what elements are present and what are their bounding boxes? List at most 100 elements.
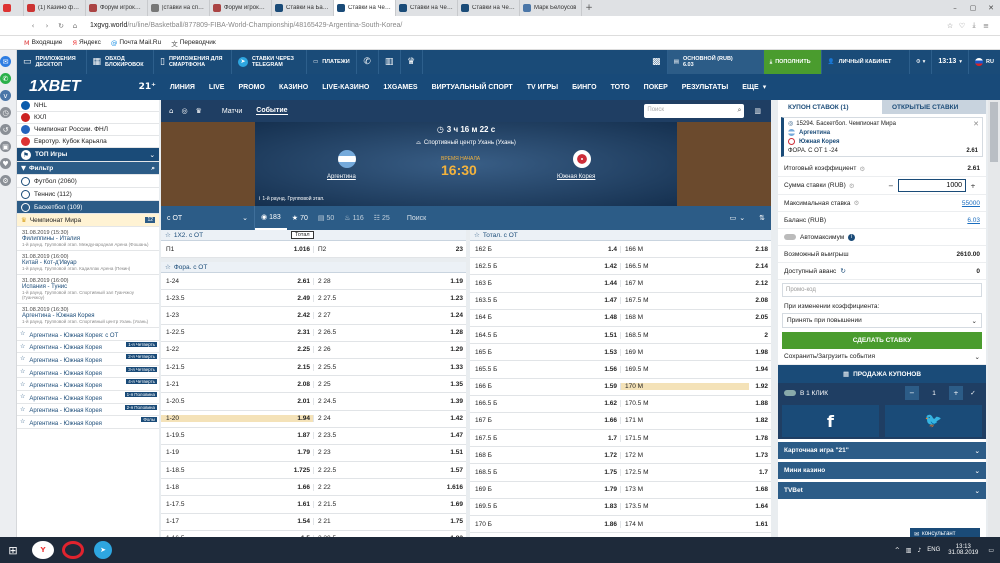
windows-start-icon[interactable]: ⊞ <box>0 544 26 557</box>
telegram-icon[interactable]: ➤ <box>94 541 112 559</box>
odds-value[interactable]: 1.59 <box>599 383 621 391</box>
favorite-item[interactable]: ☆ Аргентина - Южная Корея 2-я Четверть <box>17 353 159 366</box>
market-counter[interactable]: ★ 70 <box>287 214 313 222</box>
stake-input[interactable] <box>898 179 966 192</box>
odds-value[interactable]: 1.75 <box>599 469 621 477</box>
odds-value[interactable]: 2.05 <box>749 314 771 321</box>
odds-value[interactable]: 1.86 <box>599 520 621 528</box>
back-icon[interactable]: ‹ <box>26 22 40 30</box>
match-item[interactable]: 31.08.2019 (16:00) Испания - Тунис 1-й рау… <box>17 275 159 304</box>
outcome-label[interactable]: 172 М <box>621 452 749 459</box>
odds-value[interactable]: 1.24 <box>444 312 466 319</box>
odds-value[interactable]: 1.48 <box>599 314 621 322</box>
new-tab-icon[interactable]: + <box>582 3 596 13</box>
market-counter[interactable]: ▤ 50 <box>313 214 339 222</box>
outcome-label[interactable]: 173.5 М <box>621 503 749 510</box>
opera-icon[interactable] <box>62 541 84 559</box>
outcome-label[interactable]: 164.5 Б <box>470 332 599 339</box>
url-field[interactable]: 1xgvg.world/ru/line/Basketball/877809-FI… <box>90 22 402 29</box>
favorite-item[interactable]: ☆ Аргентина - Южная Корея 2-я Половина <box>17 404 159 417</box>
odds-value[interactable]: 1.47 <box>444 432 466 439</box>
extensions-icon[interactable]: ▣ <box>0 141 11 152</box>
outcome-label[interactable]: 165 Б <box>470 349 599 356</box>
odds-value[interactable]: 1.35 <box>444 381 466 388</box>
outcome-label[interactable]: 1-24 <box>161 278 292 285</box>
logo[interactable]: 1XBET <box>29 78 81 96</box>
browser-tab[interactable]: Форум игроков он <box>210 0 272 16</box>
star-icon[interactable]: ☆ <box>474 231 480 239</box>
match-item[interactable]: 31.08.2019 (15:30) Филиппины - Италия 1-й … <box>17 227 159 251</box>
close-window-icon[interactable]: ✕ <box>982 4 1000 12</box>
odds-value[interactable]: 2.49 <box>292 294 314 302</box>
outcome-label[interactable]: 166 Б <box>470 383 599 390</box>
outcome-label[interactable]: 2 26 <box>314 346 444 353</box>
deposit-button[interactable]: ⤓ ПОПОЛНИТЬ <box>763 50 822 74</box>
odds-value[interactable]: 1.47 <box>599 297 621 305</box>
odds-value[interactable]: 1.79 <box>292 449 314 457</box>
stats-icon[interactable]: ▥ <box>379 50 401 74</box>
bookmark-item[interactable]: Переводчик <box>180 39 216 46</box>
odds-value[interactable]: 2.25 <box>292 346 314 354</box>
period-select[interactable]: с ОТ ⌄ <box>161 206 255 230</box>
odds-value[interactable]: 2.61 <box>292 277 314 285</box>
accordion-item[interactable]: TVBet ⌄ <box>778 482 986 499</box>
outcome-label[interactable]: 169 М <box>621 349 749 356</box>
outcome-label[interactable]: 2 27 <box>314 312 444 319</box>
outcome-label[interactable]: 2 24.5 <box>314 398 444 405</box>
star-icon[interactable]: ☆ <box>20 406 25 413</box>
minimize-icon[interactable]: – <box>946 4 964 12</box>
search-icon[interactable]: ⌕ <box>151 164 155 173</box>
top-games[interactable]: ⚑ ТОП Игры ⌄ <box>17 148 159 162</box>
browser-tab[interactable]: Форум игроков каз <box>86 0 148 16</box>
nav-item[interactable]: 1XGAMES <box>383 84 417 91</box>
outcome-label[interactable]: 170.5 М <box>621 400 749 407</box>
outcome-label[interactable]: 171 М <box>621 417 749 424</box>
nav-item[interactable]: КАЗИНО <box>279 84 308 91</box>
market-header-fora[interactable]: ☆ Фора. с ОТ <box>161 262 466 273</box>
outcome-label[interactable]: 163.5 Б <box>470 297 599 304</box>
odds-value[interactable]: 1.87 <box>292 432 314 440</box>
make-bet-button[interactable]: СДЕЛАТЬ СТАВКУ <box>782 332 982 349</box>
layout-icon[interactable]: ▭ <box>730 214 737 222</box>
outcome-label[interactable]: 162.5 Б <box>470 263 599 270</box>
odds-value[interactable]: 1.33 <box>444 364 466 371</box>
odds-value[interactable]: 1.78 <box>749 435 771 442</box>
plus-icon[interactable]: + <box>966 182 980 190</box>
accordion-item[interactable]: Мини казино ⌄ <box>778 462 986 479</box>
outcome-label[interactable]: 168.5 Б <box>470 469 599 476</box>
odds-value[interactable]: 1.51 <box>444 449 466 456</box>
nav-item[interactable]: ВИРТУАЛЬНЫЙ СПОРТ <box>432 84 513 91</box>
outcome-label[interactable]: 2 23 <box>314 449 444 456</box>
yandex-browser-icon[interactable]: Y <box>32 541 54 559</box>
close-icon[interactable]: ✕ <box>973 120 979 128</box>
whatsapp-icon[interactable]: ✆ <box>0 73 11 84</box>
minus-icon[interactable]: − <box>905 386 919 400</box>
odds-value[interactable]: 1.56 <box>599 365 621 373</box>
settings-icon[interactable]: ⚙ <box>0 175 11 186</box>
notifications-icon[interactable]: ▭ <box>988 547 994 554</box>
odds-value[interactable]: 2.14 <box>749 263 771 270</box>
refresh-icon[interactable]: ↻ <box>840 267 845 275</box>
odds-value[interactable]: 1.51 <box>599 331 621 339</box>
outcome-label[interactable]: 1-17 <box>161 518 292 525</box>
odds-value[interactable]: 2.01 <box>292 397 314 405</box>
odds-value[interactable]: 2.12 <box>749 280 771 287</box>
favorite-item[interactable]: ☆ Аргентина - Южная Корея 1-я Половина <box>17 391 159 404</box>
qr-icon[interactable]: ▩ <box>646 50 668 74</box>
automax-toggle[interactable] <box>784 234 796 240</box>
nav-item[interactable]: РЕЗУЛЬТАТЫ <box>682 84 728 91</box>
odds-value[interactable]: 1.44 <box>599 279 621 287</box>
odds-value[interactable]: 1.79 <box>599 486 621 494</box>
champ-row[interactable]: ♛ Чемпионат Мира 12 <box>17 214 159 227</box>
stats-icon[interactable]: ▥ <box>754 107 761 115</box>
odds-value[interactable]: 1.83 <box>599 503 621 511</box>
tab-matches[interactable]: Матчи <box>222 108 242 115</box>
match-item[interactable]: 31.08.2019 (16:30) Аргентина - Южная Коре… <box>17 304 159 328</box>
outcome-label[interactable]: 165.5 Б <box>470 366 599 373</box>
filter-row[interactable]: ▼ Фильтр ⌕ <box>17 162 159 175</box>
odds-value[interactable]: 1.68 <box>749 486 771 493</box>
star-icon[interactable]: ☆ <box>20 381 25 388</box>
outcome-label[interactable]: 1-20 <box>161 415 292 423</box>
telegram-button[interactable]: ➤ СТАВКИ ЧЕРЕЗ TELEGRAM <box>232 50 307 74</box>
outcome-label[interactable]: 164 Б <box>470 314 599 321</box>
